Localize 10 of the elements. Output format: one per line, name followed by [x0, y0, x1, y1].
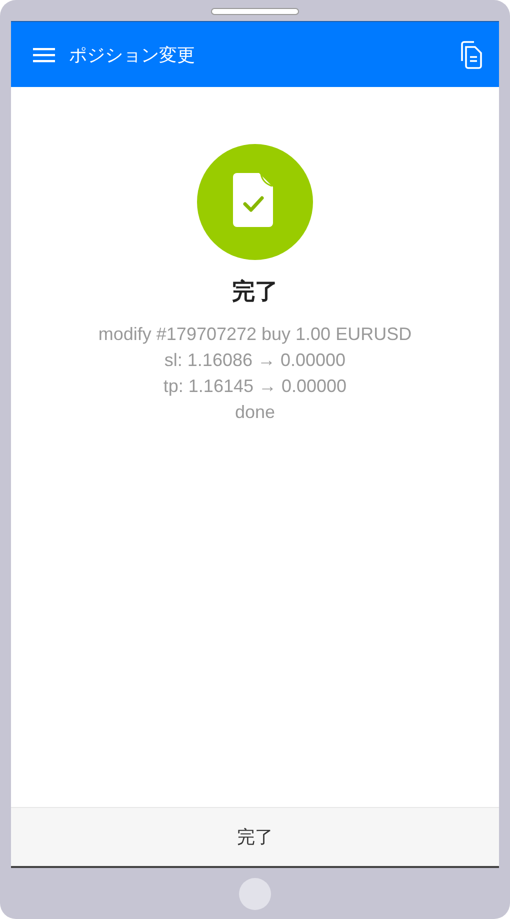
screen-title: ポジション変更	[69, 44, 196, 66]
copy-document-icon[interactable]	[459, 40, 483, 68]
result-heading: 完了	[232, 278, 278, 307]
result-message-line: sl: 1.16086 → 0.00000	[163, 349, 347, 372]
success-document-icon	[197, 144, 313, 260]
result-message-line: done	[234, 401, 276, 424]
done-button[interactable]: 完了	[11, 807, 499, 868]
result-message-line: tp: 1.16145 → 0.00000	[162, 375, 348, 398]
result-message-line: modify #179707272 buy 1.00 EURUSD	[98, 323, 412, 346]
menu-icon[interactable]	[33, 46, 55, 62]
